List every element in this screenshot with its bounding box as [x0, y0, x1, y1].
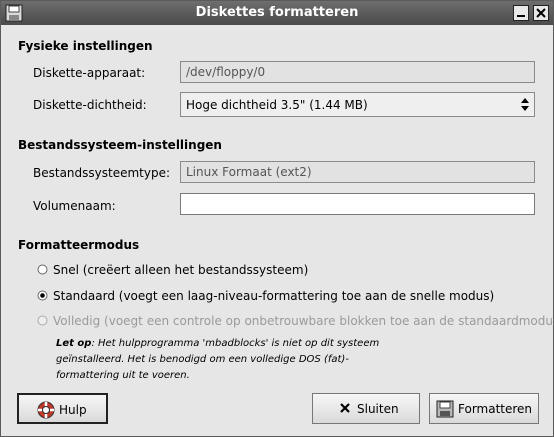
- note-bold: Let op: [56, 338, 92, 349]
- format-mode-heading: Formatteermodus: [18, 238, 140, 252]
- device-label: Diskette-apparaat:: [33, 66, 146, 80]
- fstype-label: Bestandssysteemtype:: [33, 166, 171, 180]
- format-label: Formatteren: [458, 402, 533, 416]
- close-window-button[interactable]: [533, 5, 549, 21]
- volume-label: Volumenaam:: [33, 199, 116, 213]
- format-dialog: Diskettes formatteren Fysieke instelling…: [0, 0, 554, 437]
- minimize-button[interactable]: [513, 5, 529, 21]
- titlebar: Diskettes formatteren: [1, 1, 553, 25]
- close-button[interactable]: Sluiten: [312, 393, 420, 424]
- density-value: Hoge dichtheid 3.5" (1.44 MB): [186, 98, 368, 112]
- radio-checked-icon: [37, 290, 48, 301]
- note-text: : Het hulpprogramma 'mbadblocks' is niet…: [56, 338, 380, 381]
- window-title: Diskettes formatteren: [195, 5, 359, 20]
- floppy-disk-icon: [436, 400, 454, 421]
- lifebuoy-icon: [37, 401, 55, 422]
- updown-arrows-icon: [519, 96, 531, 113]
- device-field: /dev/floppy/0: [180, 61, 535, 83]
- fstype-field: Linux Formaat (ext2): [180, 161, 535, 183]
- radio-quick-label: Snel (creëert alleen het bestandssysteem…: [53, 263, 309, 277]
- radio-full-label: Volledig (voegt een controle op onbetrou…: [53, 314, 554, 328]
- help-label: Hulp: [59, 403, 87, 417]
- density-select[interactable]: Hoge dichtheid 3.5" (1.44 MB): [180, 92, 535, 117]
- density-label: Diskette-dichtheid:: [33, 98, 147, 112]
- radio-unchecked-icon: [37, 264, 48, 275]
- physical-settings-heading: Fysieke instellingen: [18, 39, 153, 53]
- close-x-icon: [339, 402, 351, 417]
- radio-disabled-icon: [37, 315, 48, 326]
- help-button[interactable]: Hulp: [17, 393, 108, 424]
- radio-standard-label: Standaard (voegt een laag-niveau-formatt…: [53, 289, 495, 303]
- close-label: Sluiten: [357, 402, 399, 416]
- close-icon: [536, 8, 546, 18]
- format-button[interactable]: Formatteren: [429, 393, 539, 424]
- volume-name-input[interactable]: [180, 193, 535, 215]
- filesystem-settings-heading: Bestandssysteem-instellingen: [18, 138, 222, 152]
- badblocks-note: Let op: Het hulpprogramma 'mbadblocks' i…: [56, 336, 386, 384]
- minimize-icon: [517, 15, 525, 17]
